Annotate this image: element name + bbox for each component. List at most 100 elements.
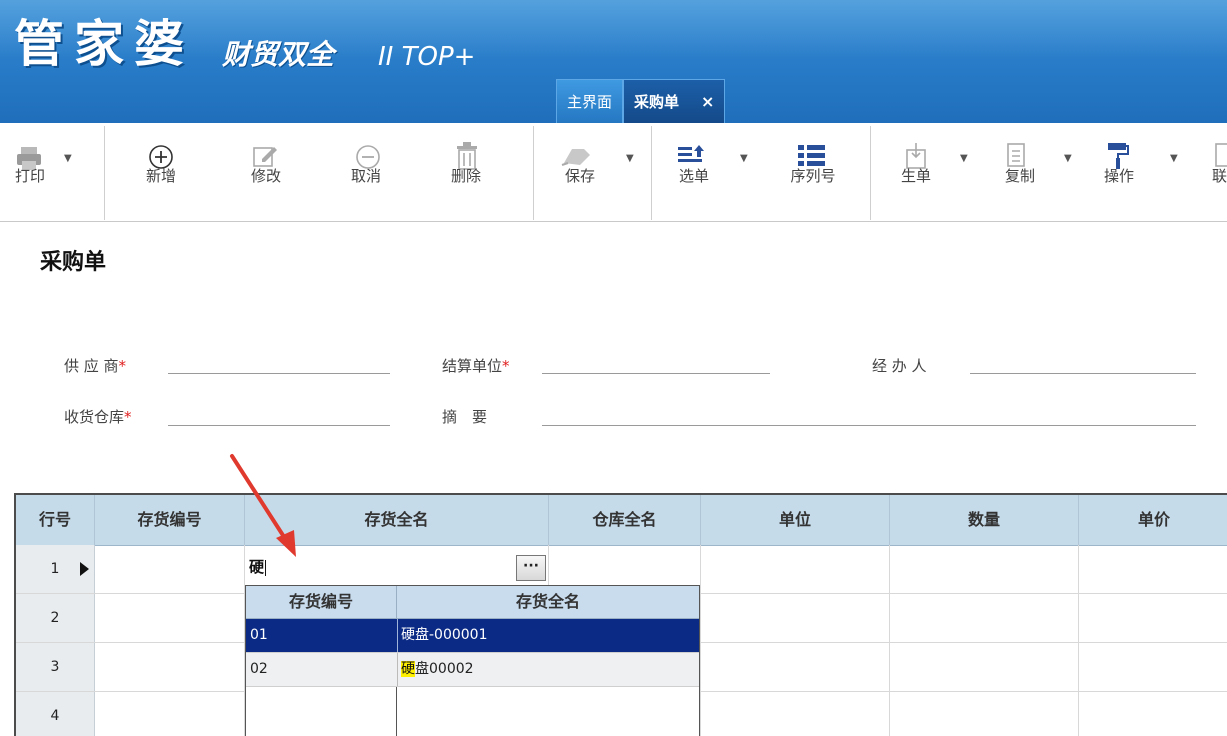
tab-purchase-order-label: 采购单 bbox=[634, 93, 680, 111]
toolbar-divider bbox=[651, 126, 652, 220]
save-button[interactable]: ▼ 保存 bbox=[552, 123, 642, 193]
handler-field[interactable] bbox=[970, 373, 1196, 374]
link-button[interactable]: 联 bbox=[1200, 123, 1227, 193]
col-unit-price[interactable]: 单价 bbox=[1079, 495, 1227, 545]
cell-item-code[interactable] bbox=[95, 594, 245, 642]
col-row-no[interactable]: 行号 bbox=[16, 495, 95, 545]
tab-main[interactable]: 主界面 bbox=[556, 79, 624, 123]
chevron-down-icon[interactable]: ▼ bbox=[1064, 153, 1072, 164]
toolbar-divider bbox=[870, 126, 871, 220]
tab-main-label: 主界面 bbox=[567, 93, 613, 111]
summary-label: 摘 要 bbox=[442, 408, 488, 426]
close-icon[interactable]: × bbox=[701, 92, 714, 111]
app-logo: 管家婆 bbox=[14, 14, 194, 73]
col-quantity[interactable]: 数量 bbox=[890, 495, 1079, 545]
cell-item-code[interactable] bbox=[95, 643, 245, 691]
dropdown-item-name: 硬盘00002 bbox=[397, 653, 701, 686]
app-logo-subtitle: 财贸双全 bbox=[222, 38, 335, 71]
cell-quantity[interactable] bbox=[890, 692, 1079, 736]
warehouse-label-text: 收货仓库 bbox=[64, 408, 125, 426]
toolbar: ▼ 打印 新增 修改 取消 删除 ▼ 保存 ▼ 选单 序列号 ▼ 生单 ▼ 复制… bbox=[0, 123, 1227, 222]
chevron-down-icon[interactable]: ▼ bbox=[960, 153, 968, 164]
cell-unit[interactable] bbox=[701, 643, 890, 691]
dropdown-item-name-rest: 盘00002 bbox=[415, 661, 474, 677]
tab-bar: 主界面 采购单 × bbox=[556, 74, 726, 123]
page-title: 采购单 bbox=[40, 250, 107, 275]
dropdown-item-code: 02 bbox=[250, 661, 268, 677]
col-warehouse[interactable]: 仓库全名 bbox=[549, 495, 701, 545]
cell-unit[interactable] bbox=[701, 692, 890, 736]
col-item-name[interactable]: 存货全名 bbox=[245, 495, 549, 545]
tab-purchase-order[interactable]: 采购单 × bbox=[623, 79, 726, 123]
chevron-down-icon[interactable]: ▼ bbox=[626, 153, 634, 164]
cancel-button[interactable]: 取消 bbox=[336, 123, 396, 193]
generate-bill-button[interactable]: ▼ 生单 bbox=[888, 123, 984, 193]
required-mark: * bbox=[118, 357, 127, 375]
dropdown-item-code: 01 bbox=[250, 627, 268, 643]
link-label: 联 bbox=[1212, 167, 1227, 185]
save-icon bbox=[561, 149, 590, 166]
row-number: 3 bbox=[16, 643, 95, 691]
current-row-icon bbox=[80, 562, 89, 576]
copy-button[interactable]: ▼ 复制 bbox=[990, 123, 1080, 193]
row-number: 2 bbox=[16, 594, 95, 642]
item-name-input[interactable]: 硬 bbox=[249, 547, 549, 587]
warehouse-label: 收货仓库* bbox=[64, 406, 132, 427]
select-bill-button[interactable]: ▼ 选单 bbox=[666, 123, 766, 193]
dropdown-item-name-rest: 盘-000001 bbox=[415, 627, 488, 643]
detail-grid: 行号 存货编号 存货全名 仓库全名 单位 数量 单价 1 硬 ··· 2 3 4… bbox=[14, 493, 1227, 736]
dropdown-item[interactable]: 02 硬盘00002 bbox=[246, 653, 699, 687]
edit-label: 修改 bbox=[250, 167, 281, 185]
grid-header: 行号 存货编号 存货全名 仓库全名 单位 数量 单价 bbox=[16, 495, 1227, 546]
print-label: 打印 bbox=[14, 167, 45, 185]
cell-unit[interactable] bbox=[701, 545, 890, 593]
chevron-down-icon[interactable]: ▼ bbox=[740, 153, 748, 164]
edit-button[interactable]: 修改 bbox=[236, 123, 296, 193]
cancel-label: 取消 bbox=[350, 167, 381, 185]
print-button[interactable]: ▼ 打印 bbox=[0, 123, 92, 193]
delete-button[interactable]: 删除 bbox=[436, 123, 496, 193]
save-label: 保存 bbox=[564, 167, 595, 185]
row-number: 4 bbox=[16, 692, 95, 736]
settle-unit-label-text: 结算单位 bbox=[442, 357, 503, 375]
operate-button[interactable]: ▼ 操作 bbox=[1094, 123, 1190, 193]
supplier-label-text: 供 应 商 bbox=[64, 357, 119, 375]
app-logo-version: II TOP+ bbox=[378, 42, 476, 72]
toolbar-divider bbox=[104, 126, 105, 220]
cell-item-code[interactable] bbox=[95, 692, 245, 736]
dropdown-item-name-match: 硬 bbox=[401, 661, 415, 677]
cell-item-code[interactable] bbox=[95, 545, 245, 593]
col-item-code[interactable]: 存货编号 bbox=[95, 495, 245, 545]
text-caret bbox=[265, 559, 267, 576]
serial-number-button[interactable]: 序列号 bbox=[780, 123, 846, 193]
copy-label: 复制 bbox=[1004, 167, 1035, 185]
cell-unit-price[interactable] bbox=[1079, 545, 1227, 593]
add-button[interactable]: 新增 bbox=[130, 123, 200, 193]
generate-bill-label: 生单 bbox=[900, 167, 931, 185]
supplier-field[interactable] bbox=[168, 373, 390, 374]
dropdown-col-name: 存货全名 bbox=[515, 592, 580, 611]
select-bill-label: 选单 bbox=[678, 167, 709, 185]
cell-quantity[interactable] bbox=[890, 545, 1079, 593]
settle-unit-label: 结算单位* bbox=[442, 355, 510, 376]
dropdown-item-name-match: 硬 bbox=[401, 627, 415, 643]
warehouse-field[interactable] bbox=[168, 425, 390, 426]
cell-unit[interactable] bbox=[701, 594, 890, 642]
serial-number-label: 序列号 bbox=[790, 167, 836, 185]
summary-field[interactable] bbox=[542, 425, 1196, 426]
required-mark: * bbox=[124, 408, 132, 426]
cell-quantity[interactable] bbox=[890, 643, 1079, 691]
dropdown-item[interactable]: 01 硬盘-000001 bbox=[246, 619, 699, 653]
handler-label: 经 办 人 bbox=[872, 357, 927, 375]
col-unit[interactable]: 单位 bbox=[701, 495, 890, 545]
settle-unit-field[interactable] bbox=[542, 373, 770, 374]
add-label: 新增 bbox=[145, 167, 176, 185]
dropdown-col-code: 存货编号 bbox=[246, 586, 397, 618]
item-autocomplete-dropdown: 存货编号 存货全名 01 硬盘-000001 02 硬盘00002 bbox=[245, 585, 700, 736]
chevron-down-icon[interactable]: ▼ bbox=[1170, 153, 1178, 164]
required-mark: * bbox=[502, 357, 510, 375]
operate-label: 操作 bbox=[1103, 167, 1134, 185]
ellipsis-button[interactable]: ··· bbox=[516, 555, 546, 581]
chevron-down-icon[interactable]: ▼ bbox=[64, 153, 72, 164]
cell-quantity[interactable] bbox=[890, 594, 1079, 642]
